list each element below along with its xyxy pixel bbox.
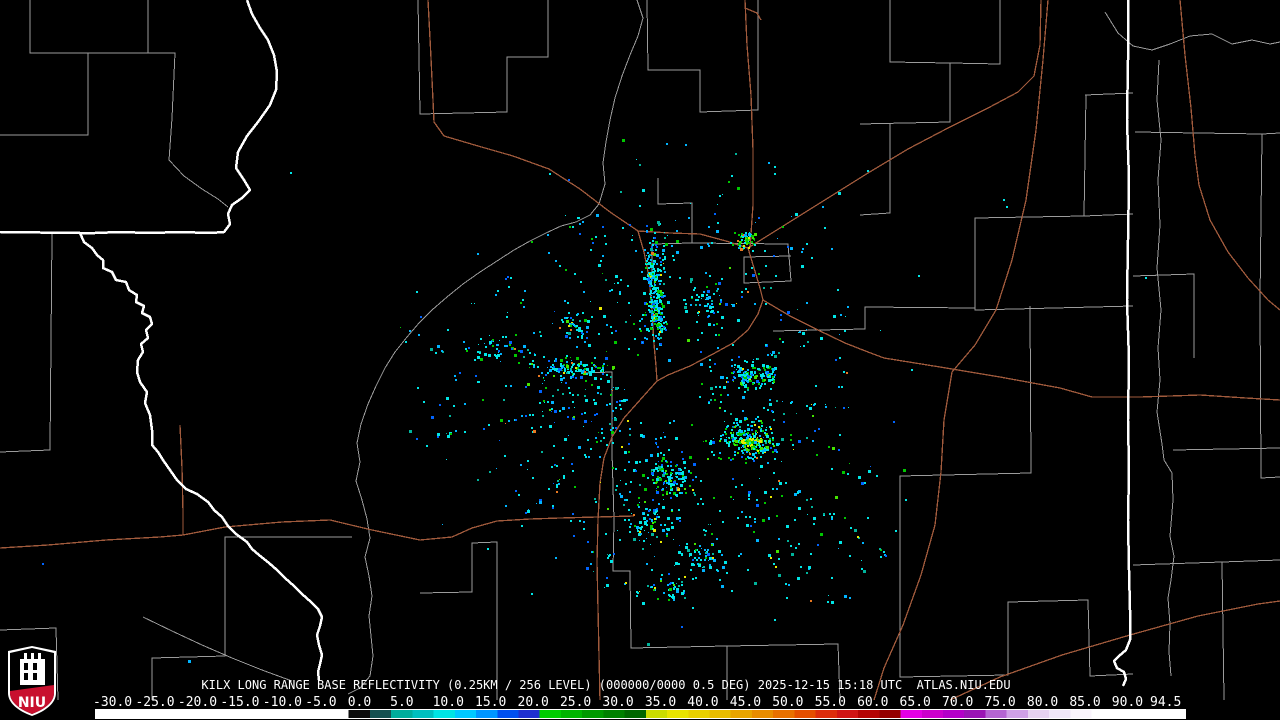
map-line [428,0,638,231]
colorbar-tick-label: -10.0 [263,696,302,709]
map-line [1222,562,1224,700]
map-line [80,0,322,680]
map-line [1133,560,1280,565]
map-line [748,0,1041,248]
colorbar-tick-label: 65.0 [900,696,931,709]
radar-map [0,0,1280,720]
niu-logo-text: NIU [18,695,46,711]
map-line [30,0,228,207]
map-line [1260,134,1280,478]
map-line [884,358,1280,400]
map-line [975,95,1133,310]
map-line [1114,0,1130,686]
colorbar-tick-label: 94.5 [1150,696,1181,709]
colorbar-tick-label: 85.0 [1069,696,1100,709]
map-line [0,232,80,233]
colorbar-tick-label: 5.0 [390,696,413,709]
colorbar-tick-label: 45.0 [730,696,761,709]
map-line [1085,93,1133,95]
map-line [1173,448,1280,450]
map-line [763,300,884,358]
map-line [950,0,1000,64]
map-line [180,425,183,535]
colorbar-tick-label: 30.0 [602,696,633,709]
colorbar-tick-label: 10.0 [433,696,464,709]
map-line [647,0,758,112]
colorbar-tick-label: 20.0 [518,696,549,709]
colorbar-tick-label: -30.0 [93,696,132,709]
colorbar-tick-label: 60.0 [857,696,888,709]
colorbar-tick-label: 50.0 [772,696,803,709]
colorbar-tick-label: 90.0 [1112,696,1143,709]
map-line [1084,214,1133,216]
map-line [1133,274,1194,358]
colorbar-tick-label: 35.0 [645,696,676,709]
map-line [652,178,692,281]
map-line [420,542,497,700]
map-line [597,381,657,700]
map-line [143,617,292,681]
map-line [0,234,52,452]
colorbar-tick-label: 75.0 [984,696,1015,709]
map-line [745,8,761,20]
colorbar-tick-label: 15.0 [475,696,506,709]
map-line [1105,12,1280,50]
map-line [900,306,1133,677]
colorbar-tick-label: 55.0 [815,696,846,709]
map-line [0,516,634,548]
colorbar-tick-label: -15.0 [220,696,259,709]
map-line [1157,60,1174,676]
map-line [418,0,548,114]
colorbar-tick-label: -25.0 [135,696,174,709]
colorbar-tick-label: -20.0 [178,696,217,709]
colorbar-tick-label: -5.0 [305,696,336,709]
colorbar-tick-label: 25.0 [560,696,591,709]
map-caption: KILX LONG RANGE BASE REFLECTIVITY (0.25K… [0,678,1212,692]
colorbar-tick-label: 80.0 [1027,696,1058,709]
map-line [0,53,88,135]
map-line [348,0,643,694]
map-line [745,0,753,248]
map-line [773,307,975,331]
colorbar [95,709,1186,719]
map-line [1180,0,1280,310]
colorbar-tick-label: 40.0 [687,696,718,709]
map-line [1135,132,1280,134]
colorbar-tick-label: 70.0 [942,696,973,709]
map-line [860,0,950,124]
colorbar-tick-label: 0.0 [348,696,371,709]
radar-display-page: NIU KILX LONG RANGE BASE REFLECTIVITY (0… [0,0,1280,720]
